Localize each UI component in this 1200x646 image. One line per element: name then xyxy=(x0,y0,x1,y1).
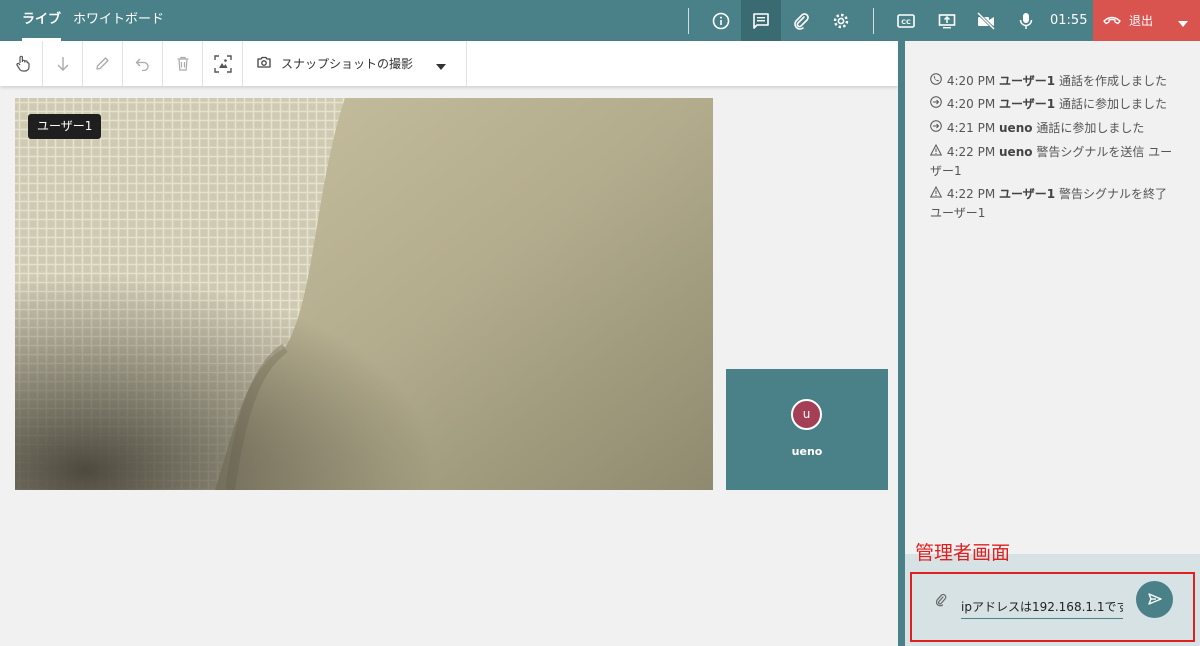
tab-live[interactable]: ライブ xyxy=(22,0,62,41)
video-frame-image xyxy=(15,98,713,490)
screen-share-icon[interactable] xyxy=(927,0,967,41)
tab-whiteboard[interactable]: ホワイトボード xyxy=(73,0,164,41)
closed-caption-icon[interactable]: CC xyxy=(886,0,926,41)
snapshot-button[interactable]: スナップショットの撮影 xyxy=(243,41,467,86)
snapshot-label: スナップショットの撮影 xyxy=(281,57,414,71)
log-entry: 4:22 PM ユーザー1 警告シグナルを終了 ユーザー1 xyxy=(929,185,1175,222)
log-entry: 4:22 PM ueno 警告シグナルを送信 ユーザー1 xyxy=(929,143,1175,180)
top-bar: ライブ ホワイトボード CC 01:55 退出 xyxy=(0,0,1200,41)
log-time: 4:20 PM xyxy=(946,74,996,88)
log-user: ユーザー1 xyxy=(999,187,1056,201)
log-time: 4:22 PM xyxy=(946,187,996,201)
pencil-icon[interactable] xyxy=(83,41,123,86)
trash-icon[interactable] xyxy=(163,41,203,86)
log-time: 4:22 PM xyxy=(946,145,996,159)
participant-name-badge: ユーザー1 xyxy=(28,114,102,139)
exit-button[interactable]: 退出 xyxy=(1093,0,1200,41)
main-video-feed: ユーザー1 xyxy=(15,98,713,490)
svg-text:CC: CC xyxy=(901,18,911,26)
activity-log-panel: 4:20 PM ユーザー1 通話を作成しました 4:20 PM ユーザー1 通話… xyxy=(905,41,1200,554)
send-button[interactable] xyxy=(1136,581,1173,618)
log-time: 4:21 PM xyxy=(946,121,996,135)
scan-capture-icon[interactable] xyxy=(203,41,243,86)
annotation-toolbar: スナップショットの撮影 xyxy=(0,41,898,86)
join-arrow-icon xyxy=(930,96,943,114)
chevron-down-icon[interactable] xyxy=(436,59,446,73)
message-input[interactable] xyxy=(961,595,1123,619)
attach-paperclip-icon[interactable] xyxy=(935,592,947,611)
chat-icon[interactable] xyxy=(741,0,781,41)
join-arrow-icon xyxy=(930,120,943,138)
panel-divider xyxy=(898,41,905,646)
call-timer: 01:55 xyxy=(1050,13,1088,28)
participant-name: ueno xyxy=(791,445,823,458)
log-time: 4:20 PM xyxy=(946,97,996,111)
participant-tile[interactable]: u ueno xyxy=(726,369,888,490)
log-user: ueno xyxy=(999,121,1033,135)
camera-off-icon[interactable] xyxy=(966,0,1006,41)
chevron-down-icon[interactable] xyxy=(1178,16,1188,30)
send-arrow-icon xyxy=(1147,590,1162,609)
exit-button-label: 退出 xyxy=(1129,14,1154,28)
avatar: u xyxy=(791,399,822,430)
log-entry: 4:21 PM ueno 通話に参加しました xyxy=(930,119,1175,138)
log-user: ueno xyxy=(999,145,1033,159)
message-compose-area: 管理者画面 xyxy=(905,542,1200,646)
undo-icon[interactable] xyxy=(123,41,163,86)
topbar-divider xyxy=(688,8,689,34)
log-entry: 4:20 PM ユーザー1 通話を作成しました xyxy=(930,72,1175,91)
paperclip-icon[interactable] xyxy=(781,0,821,41)
camera-icon xyxy=(257,56,271,71)
log-text: 通話に参加しました xyxy=(1036,121,1145,135)
info-icon[interactable] xyxy=(701,0,741,41)
log-user: ユーザー1 xyxy=(999,97,1056,111)
pointer-hand-icon[interactable] xyxy=(3,41,43,86)
log-text: 通話に参加しました xyxy=(1058,97,1167,111)
warning-icon xyxy=(929,143,943,162)
download-arrow-icon[interactable] xyxy=(43,41,83,86)
log-text: 通話を作成しました xyxy=(1058,74,1167,88)
topbar-divider xyxy=(873,8,874,34)
phone-icon xyxy=(930,73,943,91)
log-entry: 4:20 PM ユーザー1 通話に参加しました xyxy=(930,95,1175,114)
settings-gear-icon[interactable] xyxy=(821,0,861,41)
log-user: ユーザー1 xyxy=(999,74,1056,88)
admin-screen-annotation: 管理者画面 xyxy=(915,542,1011,564)
microphone-icon[interactable] xyxy=(1006,0,1046,41)
hangup-phone-icon xyxy=(1103,14,1121,28)
warning-icon xyxy=(929,185,943,204)
